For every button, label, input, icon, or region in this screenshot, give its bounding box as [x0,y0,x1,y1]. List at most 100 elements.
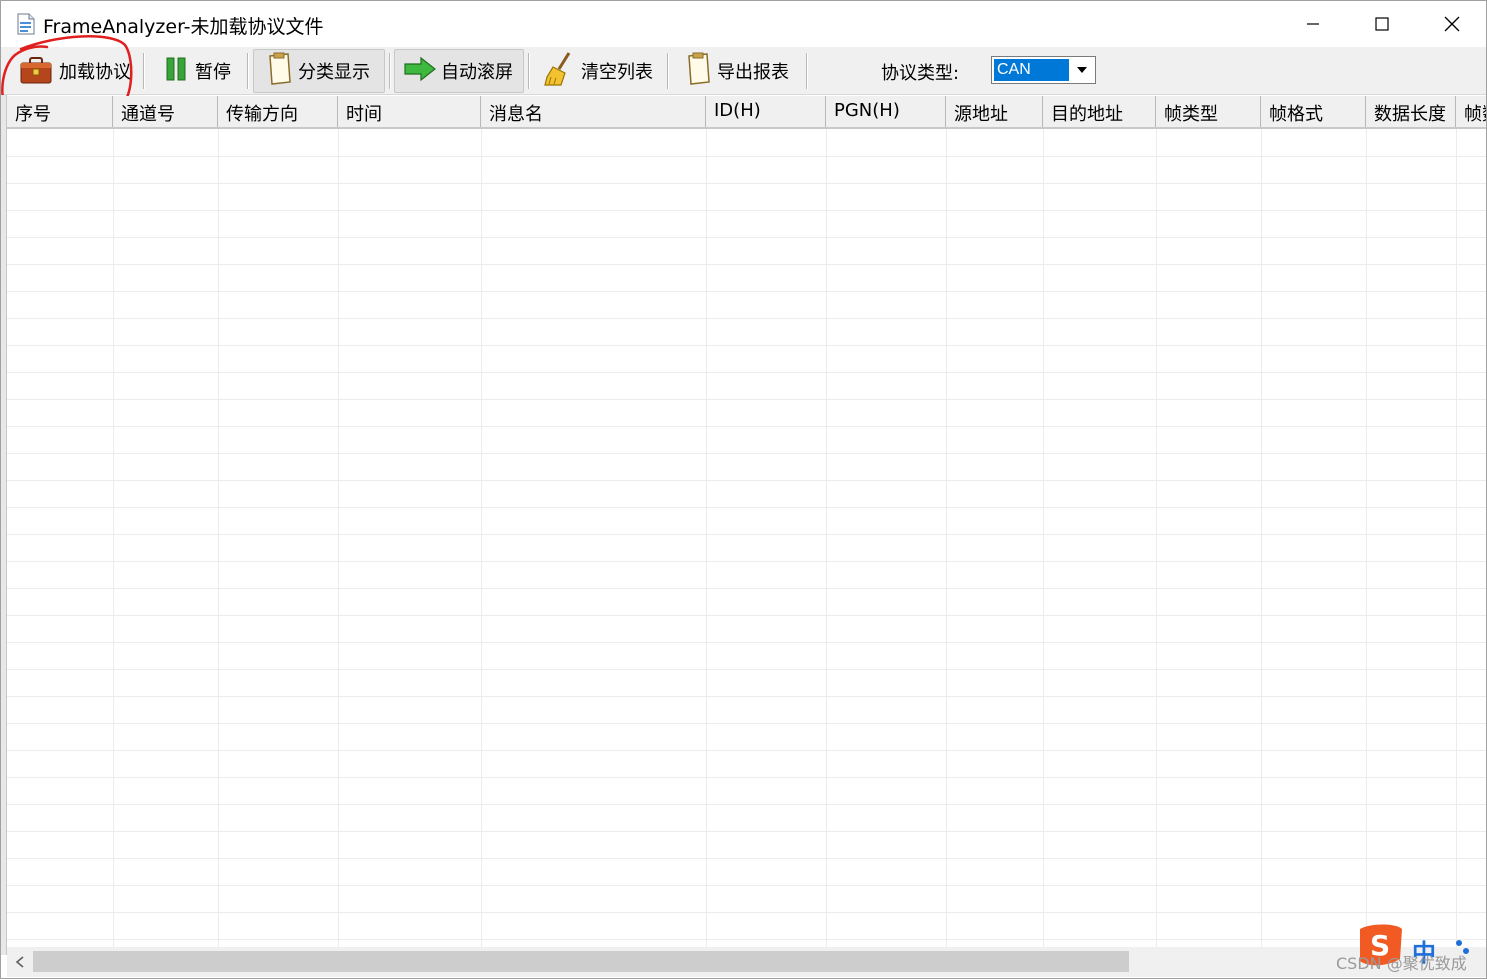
pause-icon [161,55,191,88]
row-gridline [7,237,1486,238]
column-header[interactable]: 帧类型 [1156,96,1261,127]
toolbar-separator [528,53,530,89]
protocol-type-label: 协议类型: [881,63,960,84]
toolbar-separator [143,53,145,89]
row-gridline [7,642,1486,643]
clear-list-label: 清空列表 [581,62,653,83]
app-window: FrameAnalyzer-未加载协议文件 加载协议 暂停 分类显示 自动滚屏 … [0,0,1487,979]
auto-scroll-label: 自动滚屏 [441,62,513,83]
pause-label: 暂停 [195,62,231,83]
row-gridline [7,318,1486,319]
column-gridline [338,129,339,947]
column-header[interactable]: 目的地址 [1043,96,1156,127]
row-gridline [7,750,1486,751]
column-header[interactable]: 帧格式 [1261,96,1366,127]
green-arrow-icon [403,55,437,88]
scrollbar-thumb[interactable] [33,951,1129,972]
table-header: 序号 通道号 传输方向 时间 消息名 ID(H) PGN(H) 源地址 目的地址… [7,96,1486,129]
row-gridline [7,453,1486,454]
chevron-left-icon [15,956,24,968]
row-gridline [7,183,1486,184]
row-gridline [7,480,1486,481]
row-gridline [7,885,1486,886]
row-gridline [7,345,1486,346]
minimize-icon [1307,23,1319,25]
broom-icon [541,51,577,92]
load-protocol-label: 加载协议 [59,62,131,83]
column-gridline [1261,129,1262,947]
row-gridline [7,291,1486,292]
horizontal-scrollbar[interactable] [7,947,1486,977]
column-header[interactable]: 通道号 [113,96,218,127]
row-gridline [7,534,1486,535]
classify-display-label: 分类显示 [298,62,370,83]
row-gridline [7,588,1486,589]
title-bar: FrameAnalyzer-未加载协议文件 [1,1,1486,47]
row-gridline [7,615,1486,616]
column-gridline [218,129,219,947]
maximize-button[interactable] [1347,1,1417,47]
toolbar-separator [806,53,808,89]
row-gridline [7,399,1486,400]
row-gridline [7,561,1486,562]
toolbox-icon [17,53,55,90]
column-gridline [826,129,827,947]
row-gridline [7,912,1486,913]
export-report-label: 导出报表 [717,62,789,83]
column-header[interactable]: ID(H) [706,96,826,127]
row-gridline [7,264,1486,265]
row-gridline [7,507,1486,508]
column-gridline [1456,129,1457,947]
column-header[interactable]: 帧数据 [1456,96,1486,127]
chevron-down-icon[interactable] [1071,59,1093,81]
column-header[interactable]: 时间 [338,96,481,127]
window-title: FrameAnalyzer-未加载协议文件 [43,16,324,38]
column-header[interactable]: 序号 [7,96,113,127]
toolbar-separator [247,53,249,89]
column-gridline [1043,129,1044,947]
classify-display-button[interactable]: 分类显示 [253,49,385,93]
watermark: CSDN @聚优致成 [1336,954,1467,973]
column-gridline [946,129,947,947]
load-protocol-button[interactable]: 加载协议 [9,49,139,93]
protocol-type-select[interactable]: CAN [991,56,1096,84]
toolbar-separator [389,53,391,89]
pause-button[interactable]: 暂停 [153,49,239,93]
auto-scroll-button[interactable]: 自动滚屏 [394,49,524,93]
scroll-left-button[interactable] [7,947,33,977]
close-button[interactable] [1417,1,1486,47]
row-gridline [7,669,1486,670]
column-header[interactable]: 消息名 [481,96,706,127]
row-gridline [7,723,1486,724]
toolbar: 加载协议 暂停 分类显示 自动滚屏 清空列表 导出报表 协议类型: CAN [1,47,1486,95]
export-report-button[interactable]: 导出报表 [673,49,797,93]
row-gridline [7,939,1486,940]
toolbar-separator [667,53,669,89]
row-gridline [7,426,1486,427]
column-gridline [113,129,114,947]
table-body[interactable] [7,129,1486,947]
protocol-type-value: CAN [994,59,1069,81]
minimize-button[interactable] [1278,1,1348,47]
column-header[interactable]: PGN(H) [826,96,946,127]
clipboard-icon [262,52,294,91]
column-gridline [481,129,482,947]
column-header[interactable]: 源地址 [946,96,1043,127]
row-gridline [7,210,1486,211]
column-gridline [706,129,707,947]
row-gridline [7,696,1486,697]
row-gridline [7,372,1486,373]
row-gridline [7,777,1486,778]
document-icon [17,13,35,35]
clipboard-icon [681,52,713,91]
row-gridline [7,831,1486,832]
row-gridline [7,156,1486,157]
row-gridline [7,804,1486,805]
clear-list-button[interactable]: 清空列表 [533,49,661,93]
column-header[interactable]: 数据长度 [1366,96,1456,127]
column-gridline [1366,129,1367,947]
row-gridline [7,858,1486,859]
close-icon [1444,16,1460,32]
maximize-icon [1375,17,1389,31]
column-header[interactable]: 传输方向 [218,96,338,127]
